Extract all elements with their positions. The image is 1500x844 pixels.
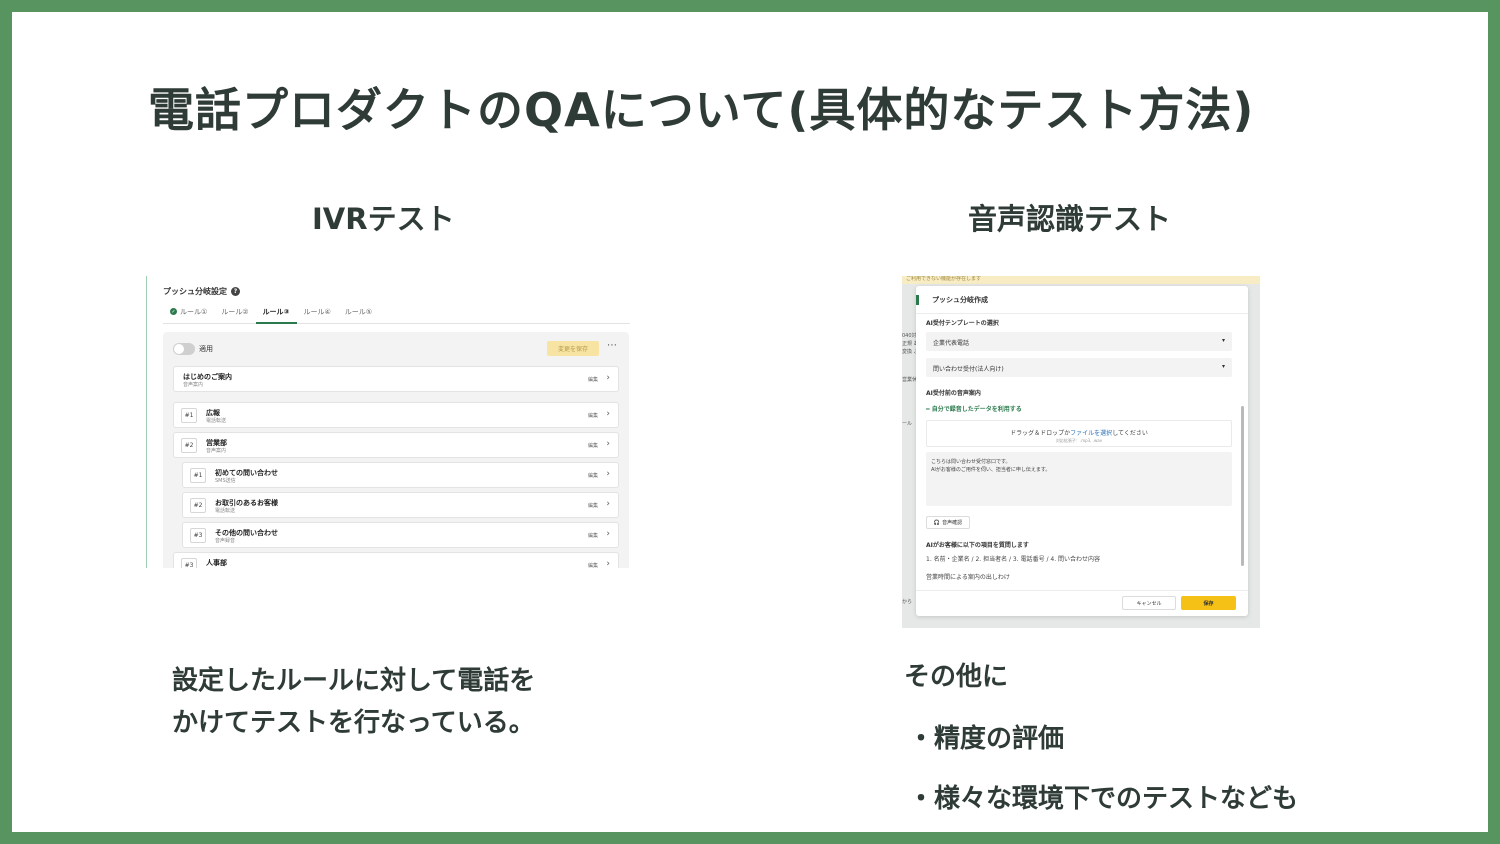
branch-row[interactable]: #1 広報 電話転送 編集 › <box>173 402 619 428</box>
modal-scrollbar[interactable] <box>1241 406 1244 566</box>
chevron-down-icon: ▾ <box>1221 337 1225 344</box>
check-icon: ✓ <box>170 308 177 315</box>
cancel-button[interactable]: キャンセル <box>1122 596 1176 610</box>
tab-rule-5[interactable]: ルール⑤ <box>338 302 379 324</box>
ivr-screenshot: プッシュ分岐設定 ? ✓ ルール① ルール② ルール③ ルール④ ルール⑤ 適用 … <box>146 276 630 568</box>
edit-link[interactable]: 編集 <box>588 442 598 449</box>
bullet-accuracy: ・精度の評価 <box>908 724 1065 754</box>
slide: 電話プロダクトのQAについて(具体的なテスト方法) IVRテスト 音声認識テスト… <box>12 12 1488 832</box>
save-changes-button[interactable]: 変更を保存 <box>547 341 599 356</box>
tab-rule-2[interactable]: ルール② <box>214 302 255 324</box>
branch-row[interactable]: #3 人事部 編集 › <box>173 552 619 568</box>
edit-link[interactable]: 編集 <box>588 376 598 383</box>
branch-row[interactable]: #3 その他の問い合わせ 音声録音 編集 › <box>182 522 619 548</box>
template-label: AI受付テンプレートの選択 <box>926 320 999 327</box>
chevron-right-icon: › <box>606 469 610 479</box>
chevron-right-icon: › <box>606 409 610 419</box>
ivr-test-heading: IVRテスト <box>312 202 455 236</box>
rule-panel: 適用 変更を保存 ⋯ はじめのご案内 音声案内 編集 › #1 広報 電話転送 … <box>163 332 629 568</box>
ivr-description: 設定したルールに対して電話を かけてテストを行なっている。 <box>172 666 536 738</box>
edit-link[interactable]: 編集 <box>588 412 598 419</box>
select-file-link[interactable]: ファイルを選択 <box>1070 430 1112 437</box>
save-button[interactable]: 保存 <box>1181 596 1236 610</box>
chevron-right-icon: › <box>606 373 610 383</box>
chevron-right-icon: › <box>606 529 610 539</box>
push-branch-create-modal: プッシュ分岐作成 AI受付テンプレートの選択 企業代表電話 ▾ 問い合わせ受付(… <box>916 286 1248 616</box>
apply-toggle[interactable] <box>173 343 195 355</box>
rule-tabs: ✓ ルール① ルール② ルール③ ルール④ ルール⑤ <box>163 302 630 324</box>
modal-footer: キャンセル 保存 <box>916 590 1248 616</box>
use-own-recording-link[interactable]: ━ 自分で録音したデータを利用する <box>926 404 1022 413</box>
intro-row[interactable]: はじめのご案内 音声案内 編集 › <box>173 366 619 392</box>
warning-banner: ご利用できない機能が存在します <box>902 276 1260 284</box>
chevron-right-icon: › <box>606 559 610 568</box>
slide-title: 電話プロダクトのQAについて(具体的なテスト方法) <box>148 83 1255 137</box>
guidance-textarea[interactable]: こちらは問い合わせ受付窓口です。 AIがお客様のご用件を伺い、担当者に申し伝えま… <box>926 452 1232 506</box>
edit-link[interactable]: 編集 <box>588 472 598 479</box>
branch-row[interactable]: #2 お取引のあるお客様 電話転送 編集 › <box>182 492 619 518</box>
template-select[interactable]: 企業代表電話 ▾ <box>926 332 1232 351</box>
chevron-right-icon: › <box>606 439 610 449</box>
file-dropzone[interactable]: ドラッグ＆ドロップかファイルを選択してください 対応拡張子：.mp3, .wav <box>926 420 1232 447</box>
edit-link[interactable]: 編集 <box>588 532 598 539</box>
inquiry-type-select[interactable]: 問い合わせ受付(法人向け) ▾ <box>926 358 1232 377</box>
branch-row[interactable]: #2 営業部 音声案内 編集 › <box>173 432 619 458</box>
apply-label: 適用 <box>199 345 213 353</box>
tab-rule-3[interactable]: ルール③ <box>255 302 297 324</box>
help-icon[interactable]: ? <box>231 287 240 296</box>
branch-row[interactable]: #1 初めての問い合わせ SMS送信 編集 › <box>182 462 619 488</box>
questions-list: 1. 名前・企業名 / 2. 担当者名 / 3. 電話番号 / 4. 問い合わせ… <box>926 556 1101 563</box>
chevron-right-icon: › <box>606 499 610 509</box>
modal-header: プッシュ分岐作成 <box>916 286 1248 314</box>
voice-recognition-heading: 音声認識テスト <box>968 202 1172 236</box>
tab-rule-4[interactable]: ルール④ <box>297 302 338 324</box>
headphones-icon: 🎧 <box>933 519 941 526</box>
edit-link[interactable]: 編集 <box>588 562 598 568</box>
chevron-down-icon: ▾ <box>1221 363 1225 370</box>
bullet-environments: ・様々な環境下でのテストなども <box>908 784 1299 814</box>
questions-label: AIがお客様に以下の項目を質問します <box>926 542 1029 549</box>
sound-check-button[interactable]: 🎧 音声確認 <box>926 516 970 529</box>
business-hours-label: 営業時間による案内の出しわけ <box>926 574 1010 581</box>
tab-rule-1[interactable]: ✓ ルール① <box>163 302 214 324</box>
voice-recognition-screenshot: ご利用できない機能が存在します 040対 正規 あ 変換 ふ 営業休 ール から… <box>902 276 1260 628</box>
edit-link[interactable]: 編集 <box>588 502 598 509</box>
more-icon[interactable]: ⋯ <box>607 340 617 351</box>
voice-guide-label: AI受付前の音声案内 <box>926 390 981 397</box>
other-heading: その他に <box>904 662 1009 692</box>
push-branch-settings-title: プッシュ分岐設定 ? <box>163 286 240 297</box>
modal-title: プッシュ分岐作成 <box>932 296 988 304</box>
